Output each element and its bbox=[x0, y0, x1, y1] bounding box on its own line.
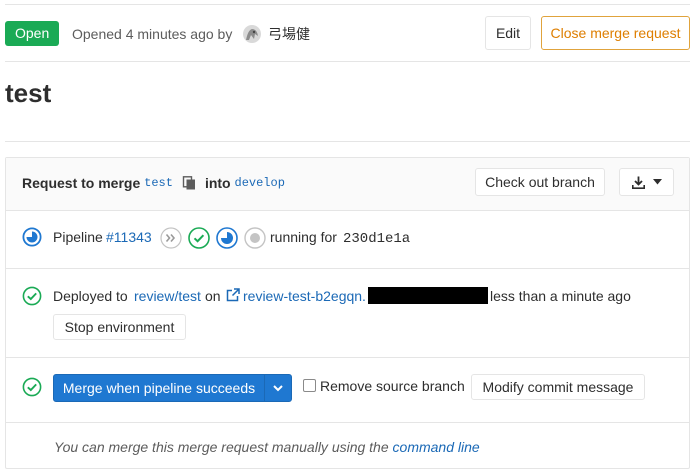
stage-skipped-icon[interactable] bbox=[160, 227, 182, 249]
running-for-text: running for bbox=[270, 229, 337, 245]
into-text: into bbox=[204, 175, 231, 191]
opened-text: Opened 4 minutes ago by bbox=[72, 26, 233, 42]
top-divider bbox=[5, 4, 690, 5]
merge-options-dropdown[interactable] bbox=[264, 375, 291, 401]
author-link[interactable]: 弓場健 bbox=[242, 23, 310, 45]
deployment-row: Deployed to review/test on review-test-b… bbox=[6, 269, 689, 358]
remove-source-branch-label[interactable]: Remove source branch bbox=[320, 378, 465, 394]
pipeline-id-link[interactable]: #11343 bbox=[106, 229, 152, 245]
close-merge-request-button[interactable]: Close merge request bbox=[541, 16, 690, 50]
stage-created-icon[interactable] bbox=[244, 227, 266, 249]
manual-merge-prefix: You can merge this merge request manuall… bbox=[54, 439, 389, 455]
pipeline-running-icon[interactable] bbox=[22, 227, 42, 247]
deployed-to-text: Deployed to bbox=[53, 288, 128, 304]
download-icon bbox=[631, 176, 645, 189]
commit-sha-link[interactable]: 230d1e1a bbox=[343, 231, 410, 247]
modify-commit-message-button[interactable]: Modify commit message bbox=[471, 374, 645, 400]
page-title: test bbox=[5, 78, 52, 108]
pipeline-row: Pipeline #11343 running for 230d1e1a . bbox=[6, 211, 689, 269]
manual-merge-text: You can merge this merge request manuall… bbox=[54, 439, 480, 455]
download-dropdown-button[interactable] bbox=[619, 168, 674, 196]
author-name: 弓場健 bbox=[268, 26, 310, 42]
command-line-link[interactable]: command line bbox=[393, 439, 480, 455]
merge-success-icon bbox=[22, 377, 42, 397]
request-prefix: Request to merge bbox=[22, 175, 141, 191]
deployment-url-link[interactable]: review-test-b2egqn. bbox=[243, 288, 366, 304]
stage-success-icon[interactable] bbox=[188, 227, 210, 249]
chevron-down-icon bbox=[273, 384, 283, 391]
pipeline-period: . bbox=[402, 229, 406, 245]
merge-row: Merge when pipeline succeeds Remove sour… bbox=[6, 358, 689, 423]
merge-footer: You can merge this merge request manuall… bbox=[6, 423, 689, 469]
merge-button-group: Merge when pipeline succeeds bbox=[53, 374, 292, 402]
pipeline-label: Pipeline bbox=[53, 229, 103, 245]
target-branch-link[interactable]: develop bbox=[235, 176, 285, 190]
deploy-success-icon bbox=[22, 286, 42, 306]
avatar bbox=[243, 25, 261, 43]
merge-when-pipeline-succeeds-button[interactable]: Merge when pipeline succeeds bbox=[54, 375, 264, 401]
header-divider bbox=[5, 61, 690, 62]
source-branch-link[interactable]: test bbox=[144, 176, 173, 190]
title-divider bbox=[5, 141, 690, 142]
deployment-time: less than a minute ago bbox=[490, 288, 631, 304]
redacted-block bbox=[368, 287, 488, 304]
environment-link[interactable]: review/test bbox=[134, 288, 201, 304]
merge-request-heading: Request to merge test into develop Check… bbox=[6, 158, 689, 211]
remove-source-branch-checkbox[interactable] bbox=[303, 379, 316, 392]
stage-running-icon[interactable] bbox=[216, 227, 238, 249]
stop-environment-button[interactable]: Stop environment bbox=[53, 314, 186, 340]
merge-request-branches: Request to merge test into develop bbox=[22, 175, 285, 191]
check-out-branch-button[interactable]: Check out branch bbox=[475, 168, 605, 196]
edit-button[interactable]: Edit bbox=[485, 16, 531, 50]
status-badge: Open bbox=[5, 21, 60, 46]
issuable-header: Open Opened 4 minutes ago by 弓場健 Edit Cl… bbox=[0, 16, 695, 56]
merge-request-widget: Request to merge test into develop Check… bbox=[5, 157, 690, 469]
chevron-down-icon bbox=[652, 179, 662, 185]
copy-icon[interactable] bbox=[182, 176, 196, 190]
external-link-icon bbox=[226, 288, 240, 302]
on-text: on bbox=[205, 288, 221, 304]
